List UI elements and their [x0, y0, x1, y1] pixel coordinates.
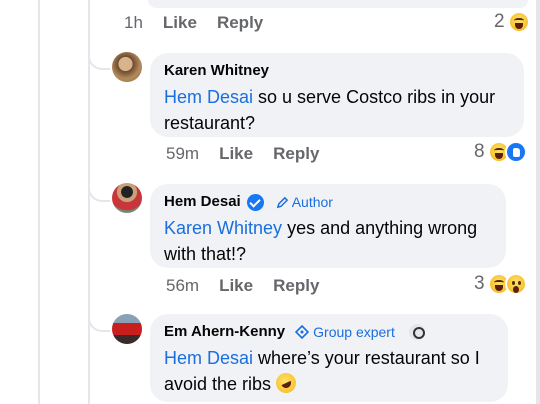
like-button[interactable]: Like — [163, 13, 197, 33]
like-button[interactable]: Like — [219, 276, 253, 296]
verified-badge-icon — [246, 193, 264, 211]
comment-time: 56m — [166, 276, 200, 295]
group-expert-label: Group expert — [313, 324, 395, 340]
reaction-count: 8 — [474, 141, 485, 162]
reaction-count: 2 — [494, 11, 505, 32]
author-badge: Author — [276, 192, 333, 212]
author-badge-label: Author — [291, 194, 333, 210]
reply-button[interactable]: Reply — [273, 144, 319, 164]
comment-author[interactable]: Karen Whitney — [164, 61, 269, 81]
comment-bubble: Hem Desai Author Karen Whitney yes and a… — [150, 184, 506, 268]
thread-branch — [88, 308, 110, 332]
reply-button[interactable]: Reply — [273, 276, 319, 296]
previous-comment-bubble — [148, 0, 528, 8]
mention-link[interactable]: Hem Desai — [164, 348, 253, 368]
comment-actions: 1h Like Reply — [124, 13, 283, 33]
rofl-emoji-icon — [272, 369, 300, 397]
avatar[interactable] — [112, 314, 142, 344]
reaction-summary[interactable]: 3 — [474, 273, 527, 295]
pencil-icon — [276, 196, 288, 208]
reply-button[interactable]: Reply — [217, 13, 263, 33]
mention-link[interactable]: Karen Whitney — [164, 218, 282, 238]
haha-emoji-icon — [507, 11, 530, 33]
wow-emoji-icon — [504, 273, 527, 295]
reaction-summary[interactable]: 8 — [474, 141, 527, 163]
comment-actions: 56m Like Reply — [166, 276, 339, 296]
like-emoji-icon — [504, 141, 527, 163]
comment-actions: 59m Like Reply — [166, 144, 339, 164]
comment-author[interactable]: Em Ahern-Kenny — [164, 322, 285, 342]
comment-author[interactable]: Hem Desai — [164, 192, 241, 212]
reaction-count: 3 — [474, 273, 485, 294]
thread-branch — [88, 46, 110, 70]
avatar[interactable] — [112, 52, 142, 82]
group-expert-badge: Group expert — [295, 322, 395, 342]
avatar[interactable] — [112, 183, 142, 213]
comment-bubble: Em Ahern-Kenny Group expert Hem Desai wh… — [150, 314, 508, 402]
like-button[interactable]: Like — [219, 144, 253, 164]
comment-time: 1h — [124, 13, 143, 32]
badge-info-icon[interactable] — [408, 324, 425, 340]
thread-branch — [88, 178, 110, 202]
comment-text: Hem Desai where’s your restaurant so I a… — [164, 345, 494, 397]
comment-text: Hem Desai so u serve Costco ribs in your… — [164, 84, 510, 136]
comment-text: Karen Whitney yes and anything wrong wit… — [164, 215, 492, 267]
reaction-summary[interactable]: 2 — [494, 11, 530, 33]
comment-time: 59m — [166, 144, 200, 163]
group-expert-icon — [295, 325, 310, 339]
mention-link[interactable]: Hem Desai — [164, 87, 253, 107]
thread-line — [38, 0, 40, 404]
comment-bubble: Karen Whitney Hem Desai so u serve Costc… — [150, 53, 524, 137]
scrollbar[interactable] — [536, 0, 540, 404]
